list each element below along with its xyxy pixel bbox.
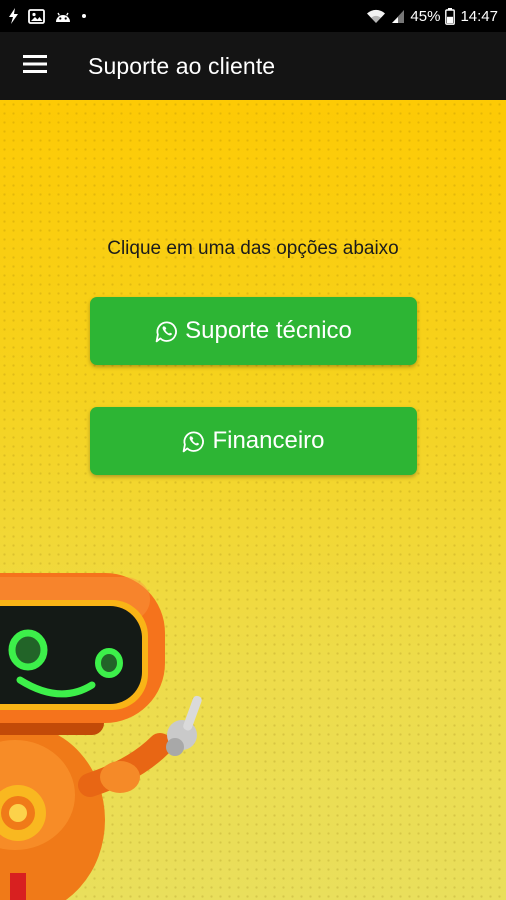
status-left bbox=[8, 8, 87, 24]
suporte-tecnico-label: Suporte técnico bbox=[185, 317, 352, 344]
main-content: Clique em uma das opções abaixo Suporte … bbox=[0, 100, 506, 900]
signal-icon bbox=[391, 9, 405, 24]
flash-icon bbox=[8, 8, 19, 24]
page-title: Suporte ao cliente bbox=[88, 52, 276, 79]
status-time: 14:47 bbox=[460, 7, 498, 25]
menu-button[interactable] bbox=[0, 32, 70, 100]
instruction-text: Clique em uma das opções abaixo bbox=[107, 238, 399, 259]
battery-percent: 45% bbox=[410, 7, 441, 25]
screen: 45% 14:47 Suporte ao cliente Clique em u… bbox=[0, 0, 506, 900]
status-bar: 45% 14:47 bbox=[0, 0, 506, 32]
android-icon bbox=[54, 10, 72, 23]
suporte-tecnico-button[interactable]: Suporte técnico bbox=[90, 297, 417, 365]
dot-icon bbox=[81, 13, 87, 19]
wifi-icon bbox=[366, 9, 386, 24]
whatsapp-icon bbox=[155, 319, 179, 343]
image-icon bbox=[28, 8, 45, 24]
robot-mascot-illustration bbox=[0, 573, 202, 900]
battery-icon bbox=[445, 7, 456, 25]
financeiro-label: Financeiro bbox=[212, 427, 325, 454]
hamburger-menu-icon bbox=[23, 54, 47, 78]
status-right: 45% 14:47 bbox=[366, 7, 498, 25]
financeiro-button[interactable]: Financeiro bbox=[90, 407, 417, 475]
app-bar: Suporte ao cliente bbox=[0, 32, 506, 100]
whatsapp-icon bbox=[182, 429, 206, 453]
